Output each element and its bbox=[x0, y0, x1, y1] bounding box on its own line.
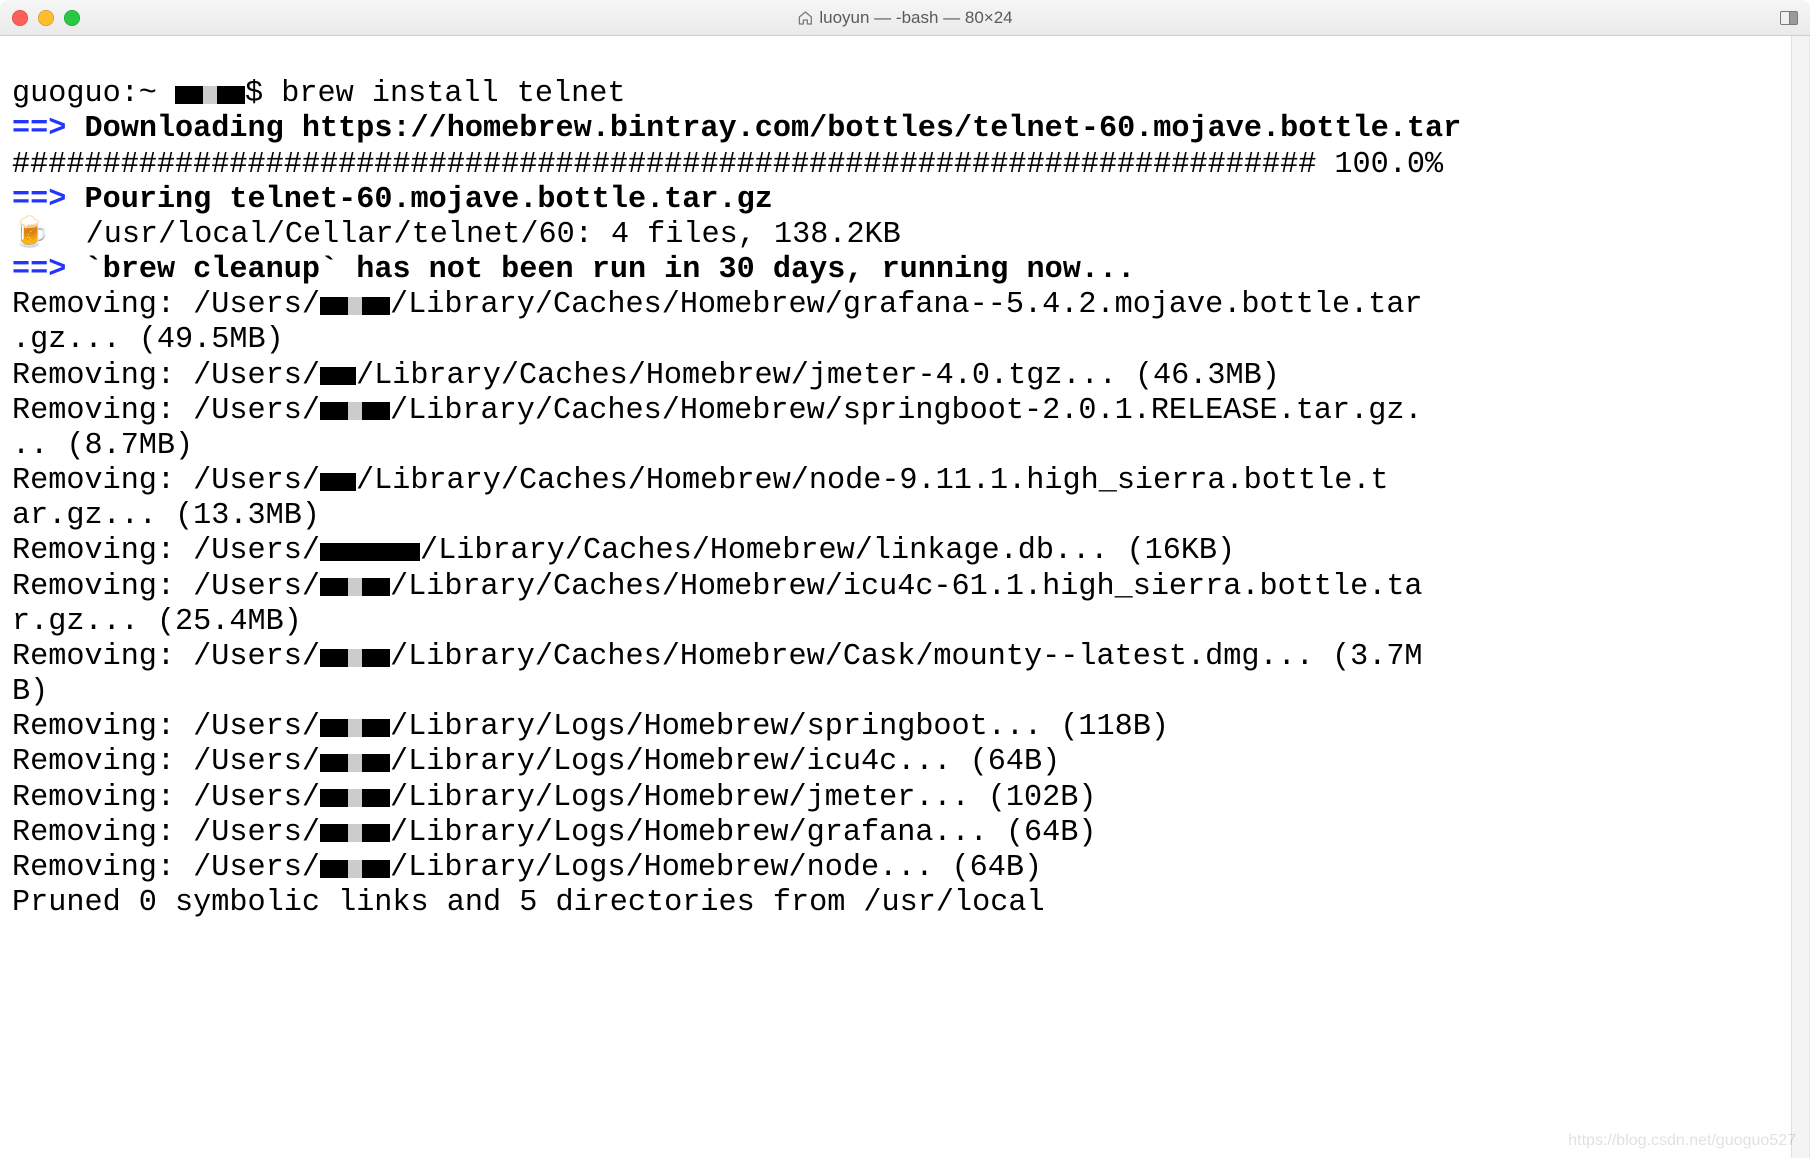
removing-label: Removing: /Users/ bbox=[12, 781, 320, 816]
redacted-user bbox=[320, 402, 390, 420]
logs-node: /Library/Logs/Homebrew/node... (64B) bbox=[390, 851, 1042, 885]
redacted-user bbox=[320, 649, 390, 667]
removing-label: Removing: /Users/ bbox=[12, 851, 320, 886]
removing-label: Removing: /Users/ bbox=[12, 570, 320, 605]
close-button[interactable] bbox=[12, 10, 28, 26]
window-titlebar[interactable]: luoyun — -bash — 80×24 bbox=[0, 0, 1810, 36]
terminal-window: luoyun — -bash — 80×24 guoguo:~ $ brew i… bbox=[0, 0, 1810, 1158]
removing-label: Removing: /Users/ bbox=[12, 710, 320, 745]
jmeter-cache: /Library/Caches/Homebrew/jmeter-4.0.tgz.… bbox=[356, 359, 1280, 393]
redacted-user bbox=[320, 860, 390, 878]
node-cache-cont: ar.gz... (13.3MB) bbox=[12, 499, 320, 533]
redacted-user bbox=[320, 719, 390, 737]
grafana-cache: /Library/Caches/Homebrew/grafana--5.4.2.… bbox=[390, 288, 1423, 322]
terminal-output[interactable]: guoguo:~ $ brew install telnet ==> Downl… bbox=[0, 36, 1791, 1158]
window-title-text: luoyun — -bash — 80×24 bbox=[819, 8, 1012, 28]
logs-grafana: /Library/Logs/Homebrew/grafana... (64B) bbox=[390, 816, 1097, 850]
linkage-cache: /Library/Caches/Homebrew/linkage.db... (… bbox=[420, 534, 1235, 568]
prompt-host: guoguo:~ bbox=[12, 77, 175, 112]
arrow-icon: ==> bbox=[12, 183, 66, 217]
arrow-icon: ==> bbox=[12, 112, 66, 146]
springboot-cache: /Library/Caches/Homebrew/springboot-2.0.… bbox=[390, 394, 1423, 428]
removing-label: Removing: /Users/ bbox=[12, 394, 320, 429]
removing-label: Removing: /Users/ bbox=[12, 464, 320, 499]
icu4c-cache-cont: r.gz... (25.4MB) bbox=[12, 605, 302, 639]
progress-bar: ########################################… bbox=[12, 148, 1443, 182]
removing-label: Removing: /Users/ bbox=[12, 288, 320, 323]
mounty-cache: /Library/Caches/Homebrew/Cask/mounty--la… bbox=[390, 640, 1423, 674]
removing-label: Removing: /Users/ bbox=[12, 745, 320, 780]
redacted-user bbox=[320, 297, 390, 315]
cellar-line: /usr/local/Cellar/telnet/60: 4 files, 13… bbox=[49, 218, 900, 252]
prompt-tail: $ bbox=[245, 77, 281, 112]
command-text: brew install telnet bbox=[281, 77, 625, 111]
panel-toggle-icon[interactable] bbox=[1780, 11, 1798, 25]
redacted-user bbox=[320, 367, 356, 385]
pouring-line: Pouring telnet-60.mojave.bottle.tar.gz bbox=[84, 183, 772, 217]
springboot-cache-cont: .. (8.7MB) bbox=[12, 429, 193, 463]
removing-label: Removing: /Users/ bbox=[12, 816, 320, 851]
logs-springboot: /Library/Logs/Homebrew/springboot... (11… bbox=[390, 710, 1169, 744]
traffic-lights bbox=[12, 10, 80, 26]
arrow-icon: ==> bbox=[12, 253, 66, 287]
redacted-user bbox=[320, 824, 390, 842]
logs-icu4c: /Library/Logs/Homebrew/icu4c... (64B) bbox=[390, 745, 1060, 779]
window-title: luoyun — -bash — 80×24 bbox=[797, 8, 1012, 28]
removing-label: Removing: /Users/ bbox=[12, 640, 320, 675]
redacted-user bbox=[320, 578, 390, 596]
home-icon bbox=[797, 10, 813, 26]
removing-label: Removing: /Users/ bbox=[12, 359, 320, 394]
redacted-user bbox=[320, 543, 420, 561]
redacted-user bbox=[320, 789, 390, 807]
maximize-button[interactable] bbox=[64, 10, 80, 26]
content-area: guoguo:~ $ brew install telnet ==> Downl… bbox=[0, 36, 1810, 1158]
redacted-user bbox=[320, 754, 390, 772]
pruned-line: Pruned 0 symbolic links and 5 directorie… bbox=[12, 886, 1045, 920]
watermark-text: https://blog.csdn.net/guoguo527 bbox=[1568, 1132, 1796, 1150]
minimize-button[interactable] bbox=[38, 10, 54, 26]
redacted-user bbox=[320, 473, 356, 491]
logs-jmeter: /Library/Logs/Homebrew/jmeter... (102B) bbox=[390, 781, 1097, 815]
removing-label: Removing: /Users/ bbox=[12, 534, 320, 569]
cleanup-line: `brew cleanup` has not been run in 30 da… bbox=[84, 253, 1135, 287]
redacted-user bbox=[175, 86, 245, 104]
download-line: Downloading https://homebrew.bintray.com… bbox=[84, 112, 1461, 146]
beer-icon: 🍺 bbox=[12, 218, 49, 252]
scrollbar[interactable] bbox=[1791, 36, 1809, 1158]
icu4c-cache: /Library/Caches/Homebrew/icu4c-61.1.high… bbox=[390, 570, 1423, 604]
grafana-cache-cont: .gz... (49.5MB) bbox=[12, 323, 284, 357]
node-cache: /Library/Caches/Homebrew/node-9.11.1.hig… bbox=[356, 464, 1389, 498]
mounty-cache-cont: B) bbox=[12, 675, 48, 709]
